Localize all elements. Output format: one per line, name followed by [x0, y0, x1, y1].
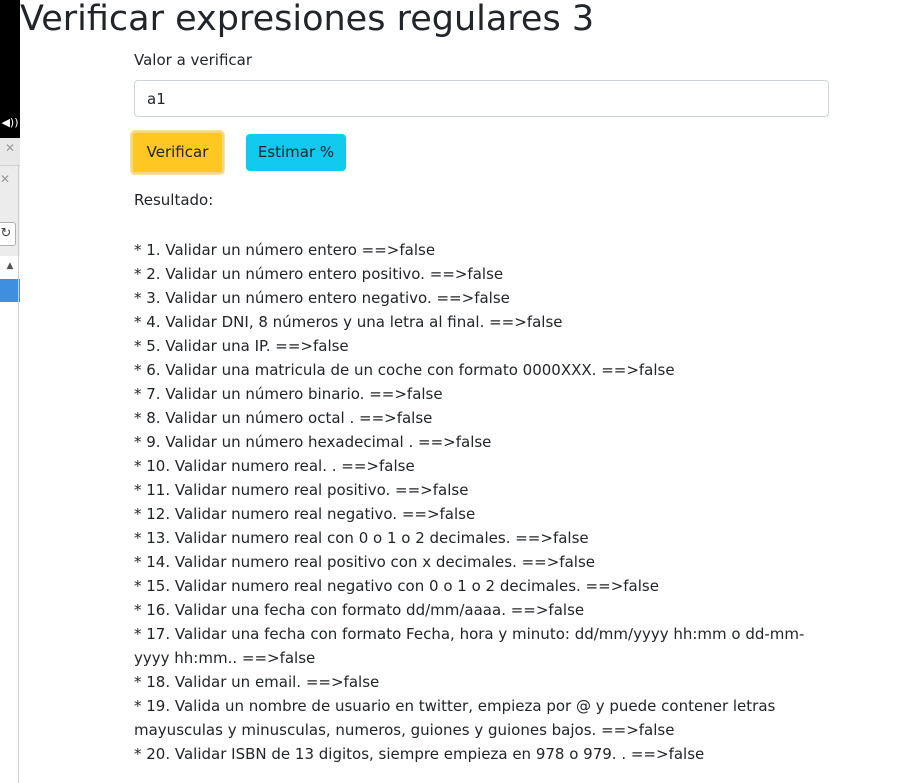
close-icon[interactable]: ✕ — [0, 172, 10, 186]
result-item: * 4. Validar DNI, 8 números y una letra … — [134, 313, 563, 331]
scroll-up-arrow-icon[interactable]: ▲ — [0, 258, 20, 274]
result-item: * 20. Validar ISBN de 13 digitos, siempr… — [134, 745, 705, 763]
verify-button[interactable]: Verificar — [131, 131, 224, 174]
speaker-icon[interactable]: ◀)) — [0, 114, 20, 132]
result-item: * 15. Validar numero real negativo con 0… — [134, 577, 659, 595]
close-icon[interactable]: ✕ — [5, 141, 15, 155]
window-border — [18, 166, 19, 783]
result-item: * 1. Validar un número entero ==>false — [134, 241, 436, 259]
result-item: * 13. Validar numero real con 0 o 1 o 2 … — [134, 529, 589, 547]
estimate-button[interactable]: Estimar % — [246, 134, 346, 171]
refresh-icon[interactable]: ↻ — [0, 222, 16, 246]
page-title: Verificar expresiones regulares 3 — [20, 0, 595, 39]
value-input[interactable] — [134, 80, 829, 117]
result-item: * 11. Validar numero real positivo. ==>f… — [134, 481, 469, 499]
result-item: * 9. Validar un número hexadecimal . ==>… — [134, 433, 492, 451]
result-item: * 16. Validar una fecha con formato dd/m… — [134, 601, 585, 619]
result-item: * 17. Validar una fecha con formato Fech… — [134, 625, 805, 667]
value-field-label: Valor a verificar — [134, 51, 253, 69]
background-window-strip: ◀)) ✕ ✕ ↻ ▲ — [0, 0, 20, 783]
result-item: * 14. Validar numero real positivo con x… — [134, 553, 595, 571]
result-label: Resultado: — [134, 191, 214, 209]
result-item: * 19. Valida un nombre de usuario en twi… — [134, 697, 776, 739]
result-item: * 10. Validar numero real. . ==>false — [134, 457, 415, 475]
selected-list-item[interactable] — [0, 279, 20, 302]
result-item: * 3. Validar un número entero negativo. … — [134, 289, 510, 307]
result-item: * 7. Validar un número binario. ==>false — [134, 385, 443, 403]
result-item: * 6. Validar una matricula de un coche c… — [134, 361, 675, 379]
results-list: * 1. Validar un número entero ==>false *… — [134, 238, 824, 766]
result-item: * 18. Validar un email. ==>false — [134, 673, 380, 691]
result-item: * 2. Validar un número entero positivo. … — [134, 265, 504, 283]
result-item: * 5. Validar una IP. ==>false — [134, 337, 349, 355]
tab-strip: ✕ — [0, 138, 20, 166]
result-item: * 8. Validar un número octal . ==>false — [134, 409, 433, 427]
result-item: * 12. Validar numero real negativo. ==>f… — [134, 505, 476, 523]
